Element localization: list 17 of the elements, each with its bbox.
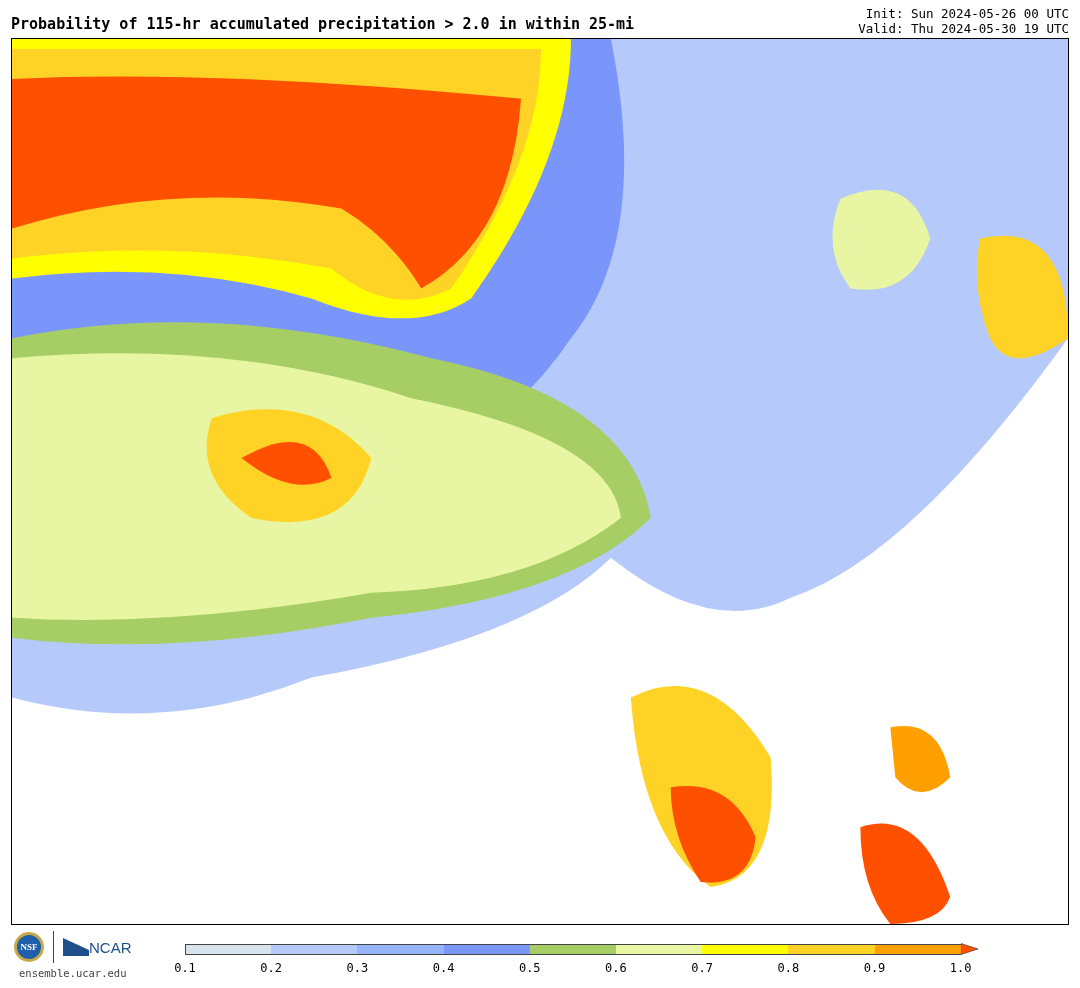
colorbar-tick-label: 0.8 [776,961,801,975]
colorbar-tick-label: 1.0 [948,961,973,975]
ncar-logo-text: NCAR [89,940,132,956]
colorbar-tick-label: 0.7 [690,961,714,975]
colorbar-tick-label: 0.2 [259,961,284,975]
map-title: Probability of 115-hr accumulated precipitation > 2.0 in within 25-mi [11,15,635,35]
colorbar-tick-label: 0.9 [862,961,887,975]
colorbar-tick-label: 0.4 [431,961,456,975]
site-url: ensemble.ucar.edu [18,967,128,979]
ncar-logo-icon [63,938,89,956]
run-time-label: Init: Sun 2024-05-26 00 UTC [864,6,1069,21]
colorbar-tick-label: 0.1 [173,961,197,975]
colorbar-tick-label: 0.5 [517,961,542,975]
run-time-label: Valid: Thu 2024-05-30 19 UTC [858,21,1069,36]
nsf-logo: NSF [14,932,44,962]
colorbar-tick-label: 0.3 [345,961,370,975]
colorbar-tick-label: 0.6 [604,961,628,975]
